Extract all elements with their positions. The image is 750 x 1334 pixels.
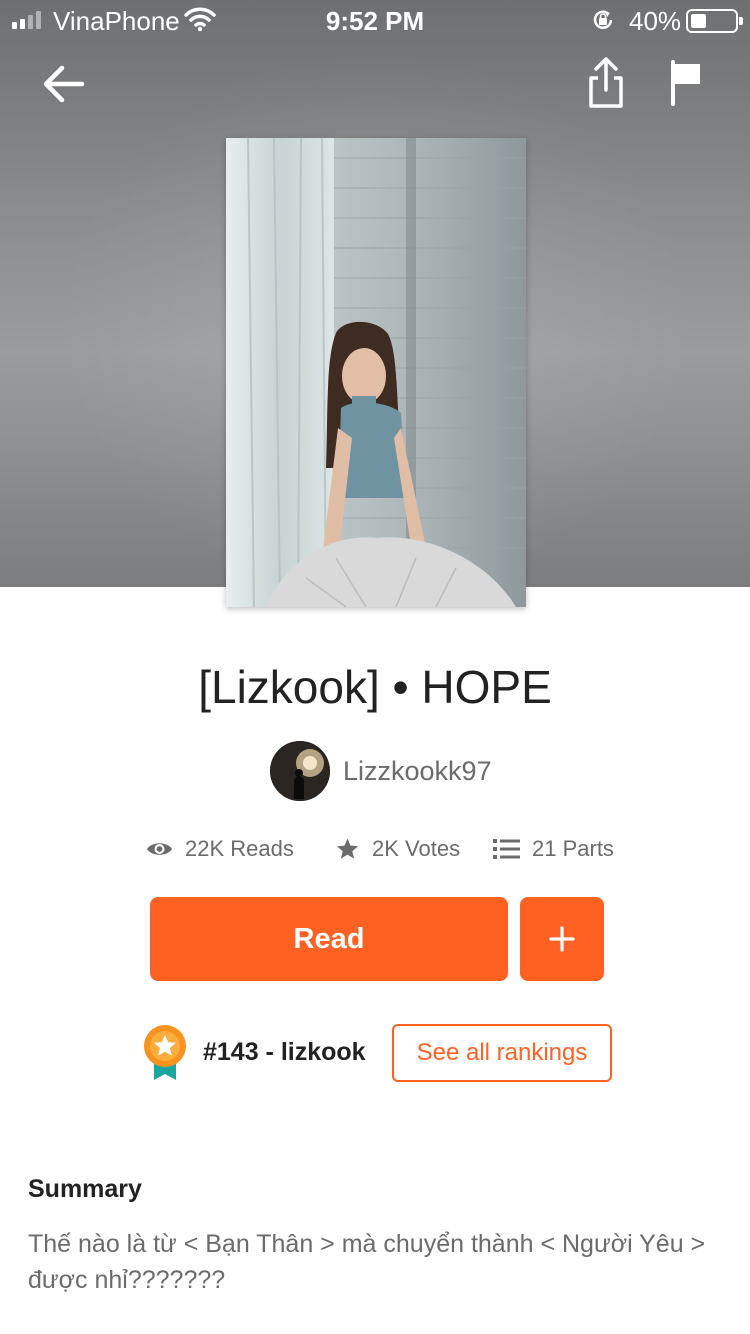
battery-percentage: 40%: [629, 6, 682, 36]
ranking-badge-icon: [144, 1025, 186, 1080]
votes-stat: 2K Votes: [335, 830, 460, 868]
reads-stat: 22K Reads: [146, 830, 294, 868]
see-all-rankings-button[interactable]: See all rankings: [392, 1024, 612, 1082]
share-icon[interactable]: [584, 56, 628, 110]
battery-icon: [686, 9, 743, 33]
read-button[interactable]: Read: [150, 897, 508, 981]
story-stats: 22K Reads 2K Votes 21 Parts: [0, 830, 750, 868]
summary-heading: Summary: [28, 1175, 142, 1203]
status-bar: VinaPhone 9:52 PM 40%: [0, 0, 750, 40]
ranking-text: #143 - lizkook: [203, 1038, 366, 1066]
back-arrow-icon[interactable]: [38, 60, 90, 108]
orientation-lock-icon: [593, 10, 613, 29]
story-title: [Lizkook] • HOPE: [198, 661, 552, 713]
parts-count: 21 Parts: [532, 836, 614, 861]
eye-icon: [146, 843, 173, 855]
summary-text: Thế nào là từ < Bạn Thân > mà chuyển thà…: [28, 1230, 706, 1294]
parts-stat: 21 Parts: [493, 830, 614, 868]
author-name[interactable]: Lizzkookk97: [343, 756, 492, 787]
avatar-photo: [270, 741, 330, 801]
story-cover-image[interactable]: [226, 138, 526, 607]
reads-count: 22K Reads: [185, 836, 294, 861]
votes-count: 2K Votes: [372, 836, 461, 861]
cover-photo-illustration: [226, 138, 526, 607]
star-icon: [336, 838, 359, 859]
avatar[interactable]: [270, 741, 330, 801]
author-row[interactable]: Lizzkookk97: [270, 741, 492, 801]
flag-icon[interactable]: [666, 58, 706, 108]
list-icon: [493, 839, 520, 859]
plus-icon: [549, 926, 575, 952]
add-to-library-button[interactable]: [520, 897, 604, 981]
